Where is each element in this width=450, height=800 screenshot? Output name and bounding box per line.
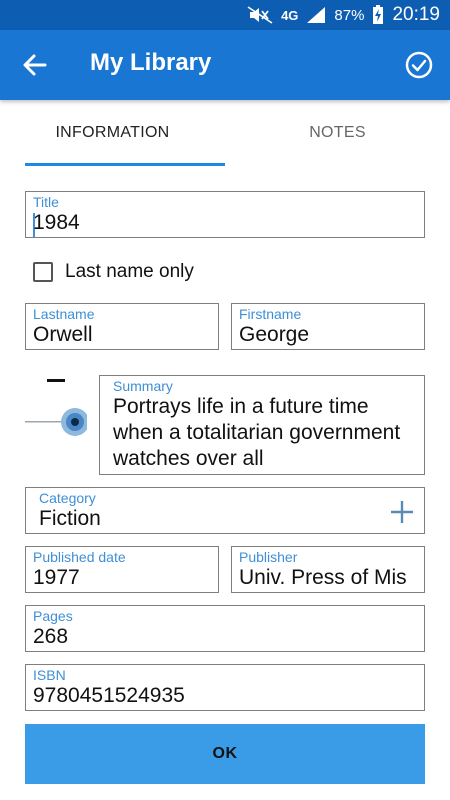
published-date-field[interactable]: Published date 1977 [25, 546, 219, 593]
last-name-only-option[interactable]: Last name only [33, 258, 194, 286]
last-name-only-checkbox[interactable] [33, 262, 53, 282]
tab-information[interactable]: INFORMATION [0, 100, 225, 166]
title-field[interactable]: Title 1984 [25, 191, 425, 238]
published-date-label: Published date [33, 549, 126, 565]
tab-indicator [25, 163, 225, 166]
status-time: 20:19 [392, 4, 440, 25]
lastname-label: Lastname [33, 306, 95, 322]
app-bar: My Library [0, 30, 450, 100]
category-label: Category [39, 490, 96, 506]
back-arrow-icon[interactable] [20, 50, 50, 80]
last-name-only-label: Last name only [65, 261, 194, 282]
book-cover-image[interactable] [25, 376, 87, 444]
signal-icon [306, 6, 326, 24]
title-value: 1984 [33, 211, 80, 234]
summary-label: Summary [113, 378, 173, 394]
category-value: Fiction [39, 507, 101, 530]
tab-bar: INFORMATION NOTES [0, 100, 450, 166]
isbn-field[interactable]: ISBN 9780451524935 [25, 664, 425, 711]
page-title: My Library [90, 49, 212, 76]
publisher-label: Publisher [239, 549, 298, 565]
ok-button[interactable]: OK [25, 724, 425, 784]
firstname-field[interactable]: Firstname George [231, 303, 425, 350]
lastname-field[interactable]: Lastname Orwell [25, 303, 219, 350]
summary-field[interactable]: Summary Portrays life in a future time w… [99, 375, 425, 475]
pages-field[interactable]: Pages 268 [25, 605, 425, 652]
publisher-value: Univ. Press of Mis [239, 566, 407, 589]
mute-icon [247, 6, 273, 24]
summary-value: Portrays life in a future time when a to… [113, 395, 401, 470]
category-field[interactable]: Category Fiction [25, 487, 425, 534]
published-date-value: 1977 [33, 566, 80, 589]
title-label: Title [33, 194, 59, 210]
pages-value: 268 [33, 625, 69, 648]
lastname-value: Orwell [33, 323, 93, 346]
tab-notes[interactable]: NOTES [225, 100, 450, 166]
battery-charging-icon [372, 5, 384, 25]
publisher-field[interactable]: Publisher Univ. Press of Mis [231, 546, 425, 593]
isbn-value: 9780451524935 [33, 684, 185, 707]
check-circle-icon[interactable] [404, 50, 434, 80]
add-category-icon[interactable] [390, 500, 414, 524]
firstname-value: George [239, 323, 310, 346]
battery-percent: 87% [334, 6, 365, 24]
pages-label: Pages [33, 608, 73, 624]
firstname-label: Firstname [239, 306, 302, 322]
isbn-label: ISBN [33, 667, 66, 683]
status-bar: 4G 87% 20:19 [0, 0, 450, 30]
network-type: 4G [281, 7, 299, 23]
